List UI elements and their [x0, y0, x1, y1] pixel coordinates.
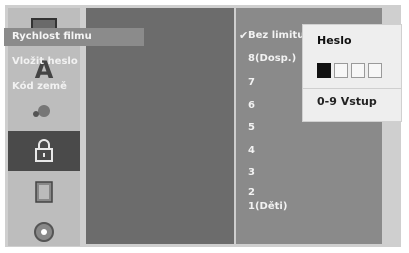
pin-digit[interactable] — [368, 63, 382, 78]
input-hint: 0-9 Vstup — [317, 95, 377, 108]
divider — [303, 88, 401, 89]
menu-item-film-rating[interactable]: Rychlost filmu — [4, 28, 144, 46]
password-dialog-title: Heslo — [317, 34, 352, 47]
sidebar-item-disc[interactable] — [8, 212, 80, 252]
pin-digit[interactable] — [351, 63, 365, 78]
password-dialog: Heslo 0-9 Vstup — [302, 24, 402, 122]
option-2[interactable]: 2 — [248, 186, 338, 200]
sidebar-item-lock[interactable] — [8, 131, 80, 171]
lock-icon — [33, 139, 55, 163]
menu-item-set-password[interactable]: Vložit heslo — [4, 53, 144, 71]
option-4[interactable]: 4 — [248, 144, 338, 158]
sidebar-item-recording[interactable] — [8, 172, 80, 212]
menu-item-country-code[interactable]: Kód země — [4, 78, 144, 96]
pin-digit[interactable] — [317, 63, 331, 78]
option-5[interactable]: 5 — [248, 121, 338, 135]
pin-input[interactable] — [317, 63, 382, 78]
disc-icon — [33, 221, 55, 243]
audio-icon — [32, 102, 56, 120]
sidebar-item-audio[interactable] — [8, 91, 80, 131]
option-3[interactable]: 3 — [248, 166, 338, 180]
option-1[interactable]: 1(Děti) — [248, 200, 338, 214]
pin-digit[interactable] — [334, 63, 348, 78]
film-icon — [33, 180, 55, 204]
